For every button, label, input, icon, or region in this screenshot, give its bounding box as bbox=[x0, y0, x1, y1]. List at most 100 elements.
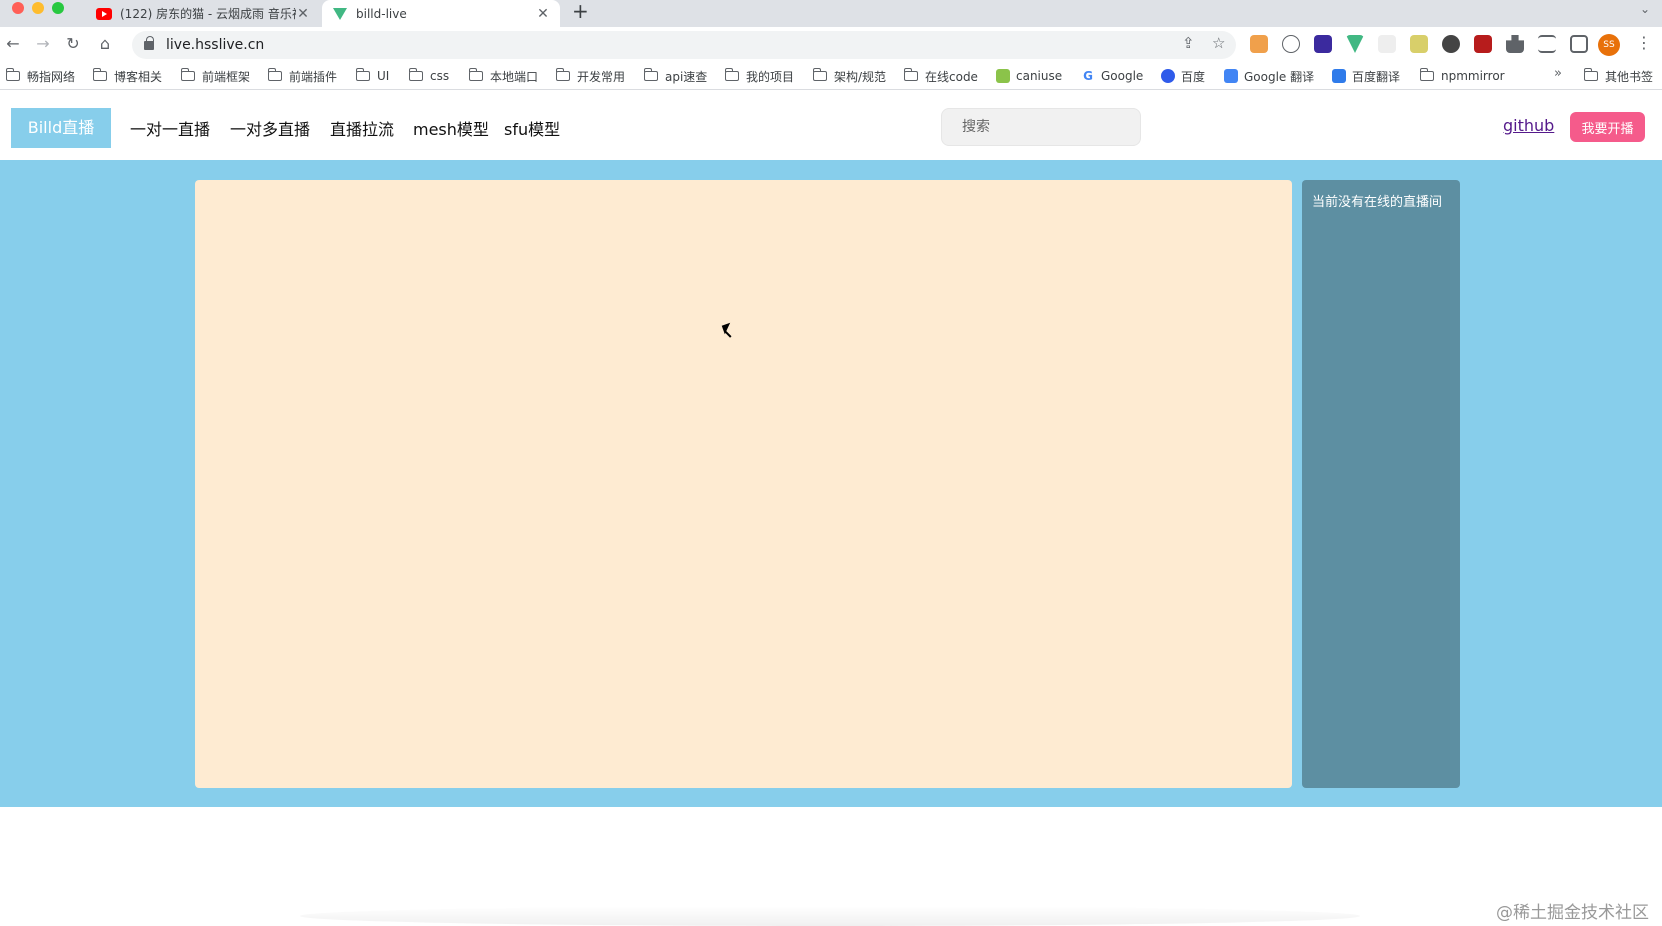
folder-icon bbox=[267, 68, 282, 81]
bookmark-label: 其他书签 bbox=[1605, 69, 1654, 84]
profile-avatar[interactable]: SS bbox=[1598, 34, 1620, 56]
start-live-button[interactable]: 我要开播 bbox=[1570, 112, 1645, 142]
folder-icon bbox=[408, 68, 423, 81]
bookmark-item[interactable]: 前端框架 bbox=[180, 67, 250, 85]
tab-title: (122) 房东的猫 - 云烟成雨 音乐视 bbox=[120, 7, 296, 21]
bookmark-label: 百度 bbox=[1181, 69, 1206, 84]
github-link[interactable]: github bbox=[1503, 116, 1554, 135]
site-header: Billd直播 一对一直播 一对多直播 直播拉流 mesh模型 sfu模型 gi… bbox=[0, 90, 1662, 160]
home-icon[interactable]: ⌂ bbox=[94, 33, 116, 55]
baidu-icon bbox=[1161, 69, 1175, 83]
bookmark-item[interactable]: 百度 bbox=[1161, 67, 1205, 85]
nav-one-to-one-live[interactable]: 一对一直播 bbox=[130, 116, 210, 140]
other-bookmarks[interactable]: 其他书签 bbox=[1583, 67, 1654, 85]
address-bar[interactable]: live.hsslive.cn ⇪ ☆ bbox=[132, 31, 1236, 59]
close-tab-icon[interactable]: ✕ bbox=[296, 6, 310, 22]
bookmark-item[interactable]: 在线code bbox=[903, 67, 978, 85]
browser-tab-music[interactable]: (122) 房东的猫 - 云烟成雨 音乐视 ✕ bbox=[86, 0, 320, 27]
folder-icon bbox=[643, 68, 658, 81]
baidu-translate-icon bbox=[1332, 69, 1346, 83]
nav-live-pull[interactable]: 直播拉流 bbox=[330, 116, 394, 140]
bookmark-item[interactable]: css bbox=[408, 67, 450, 85]
reload-icon[interactable]: ↻ bbox=[62, 33, 84, 55]
folder-icon bbox=[355, 68, 370, 81]
share-icon[interactable]: ⇪ bbox=[1182, 34, 1195, 52]
extension-icon[interactable] bbox=[1250, 35, 1268, 53]
extension-icon[interactable] bbox=[1378, 35, 1396, 53]
close-tab-icon[interactable]: ✕ bbox=[536, 6, 550, 22]
side-panel-icon[interactable] bbox=[1570, 35, 1588, 53]
nav-one-to-many-live[interactable]: 一对多直播 bbox=[230, 116, 310, 140]
address-url[interactable]: live.hsslive.cn bbox=[166, 37, 264, 53]
search-input[interactable] bbox=[941, 108, 1141, 146]
bookmark-label: npmmirror bbox=[1441, 69, 1505, 83]
google-icon: G bbox=[1083, 69, 1093, 83]
extension-star-icon[interactable] bbox=[1282, 35, 1300, 53]
extension-icon[interactable] bbox=[1314, 35, 1332, 53]
bookmark-item[interactable]: npmmirror bbox=[1419, 67, 1505, 85]
bookmark-item[interactable]: 我的项目 bbox=[724, 67, 794, 85]
nav-sfu-model[interactable]: sfu模型 bbox=[504, 116, 560, 140]
bottom-shadow bbox=[300, 906, 1360, 926]
back-icon[interactable]: ← bbox=[2, 33, 24, 55]
bookmark-item[interactable]: 本地端口 bbox=[468, 67, 538, 85]
extension-icon[interactable] bbox=[1410, 35, 1428, 53]
extension-icon[interactable] bbox=[1442, 35, 1460, 53]
site-logo[interactable]: Billd直播 bbox=[11, 108, 111, 148]
ublock-icon[interactable] bbox=[1474, 35, 1492, 53]
new-tab-button[interactable]: + bbox=[572, 0, 589, 27]
forward-icon[interactable]: → bbox=[32, 33, 54, 55]
tab-search-icon[interactable]: ⌄ bbox=[1640, 2, 1650, 16]
tab-strip: (122) 房东的猫 - 云烟成雨 音乐视 ✕ billd-live ✕ + ⌄ bbox=[0, 0, 1662, 27]
bookmark-label: 开发常用 bbox=[577, 69, 626, 84]
bookmark-label: css bbox=[430, 69, 450, 83]
folder-icon bbox=[812, 68, 827, 81]
bookmark-label: 架构/规范 bbox=[834, 69, 887, 84]
bookmark-label: 畅指网络 bbox=[27, 69, 76, 84]
folder-icon bbox=[180, 68, 195, 81]
maximize-window-button[interactable] bbox=[52, 2, 64, 14]
bookmark-label: 前端插件 bbox=[289, 69, 338, 84]
bookmark-item[interactable]: 百度翻译 bbox=[1332, 67, 1400, 85]
reading-list-icon[interactable] bbox=[1538, 35, 1556, 53]
folder-icon bbox=[468, 68, 483, 81]
minimize-window-button[interactable] bbox=[32, 2, 44, 14]
bookmark-item[interactable]: 前端插件 bbox=[267, 67, 338, 85]
folder-icon bbox=[1583, 68, 1598, 81]
bookmark-item[interactable]: caniuse bbox=[996, 67, 1062, 85]
live-video-area[interactable] bbox=[195, 180, 1292, 788]
bookmark-item[interactable]: UI bbox=[355, 67, 390, 85]
extensions-puzzle-icon[interactable] bbox=[1506, 35, 1524, 53]
bookmark-item[interactable]: 畅指网络 bbox=[5, 67, 76, 85]
bookmark-item[interactable]: api速查 bbox=[643, 67, 708, 85]
bookmark-item[interactable]: G Google bbox=[1081, 67, 1143, 85]
vue-devtools-icon[interactable] bbox=[1346, 35, 1364, 53]
bookmark-label: 在线code bbox=[925, 69, 978, 84]
bookmark-label: Google 翻译 bbox=[1244, 69, 1315, 84]
bookmark-star-icon[interactable]: ☆ bbox=[1212, 34, 1225, 52]
browser-tab-billd-live[interactable]: billd-live ✕ bbox=[322, 0, 560, 27]
lock-icon[interactable] bbox=[144, 35, 154, 50]
bookmark-label: api速查 bbox=[665, 69, 708, 84]
folder-icon bbox=[92, 68, 107, 81]
bookmark-item[interactable]: 架构/规范 bbox=[812, 67, 887, 85]
folder-icon bbox=[555, 68, 570, 81]
bookmark-label: UI bbox=[377, 69, 390, 83]
bookmark-item[interactable]: Google 翻译 bbox=[1224, 67, 1314, 85]
tab-title: billd-live bbox=[356, 6, 407, 21]
folder-icon bbox=[5, 68, 20, 81]
vue-icon bbox=[332, 7, 348, 20]
browser-menu-icon[interactable]: ⋮ bbox=[1636, 33, 1652, 52]
folder-icon bbox=[1419, 68, 1434, 81]
bookmark-label: 博客相关 bbox=[114, 69, 163, 84]
google-translate-icon bbox=[1224, 69, 1238, 83]
browser-toolbar: ← → ↻ ⌂ live.hsslive.cn ⇪ ☆ bbox=[0, 27, 1662, 61]
nav-mesh-model[interactable]: mesh模型 bbox=[413, 116, 489, 140]
bookmark-item[interactable]: 博客相关 bbox=[92, 67, 163, 85]
bookmark-label: Google bbox=[1101, 69, 1144, 83]
bookmark-label: caniuse bbox=[1016, 69, 1063, 83]
bookmark-item[interactable]: 开发常用 bbox=[555, 67, 626, 85]
close-window-button[interactable] bbox=[12, 2, 24, 14]
live-room-list: 当前没有在线的直播间 bbox=[1302, 180, 1460, 788]
more-bookmarks-icon[interactable]: » bbox=[1554, 66, 1562, 81]
